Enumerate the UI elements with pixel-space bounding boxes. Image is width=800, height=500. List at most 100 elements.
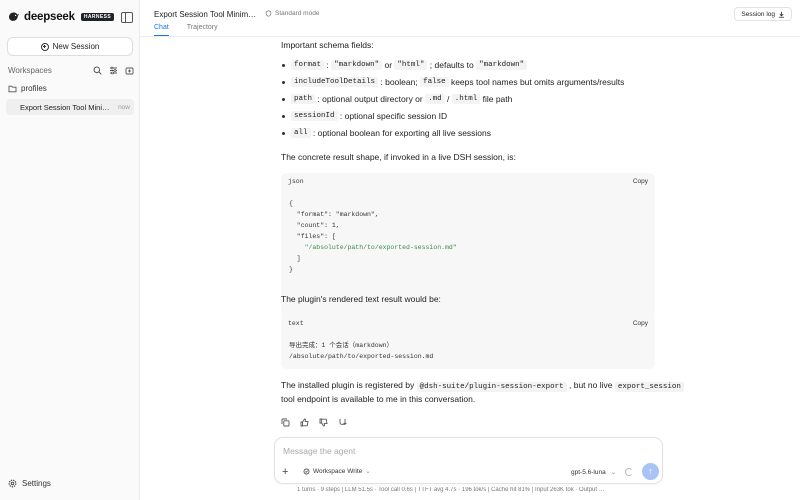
folder-label: profiles xyxy=(21,84,47,93)
inline-code: includeToolDetails xyxy=(291,77,379,87)
copy-icon[interactable] xyxy=(281,418,290,427)
code-line: "count": 1, xyxy=(289,222,340,229)
copy-button[interactable]: Copy xyxy=(633,320,648,327)
list-item: includeToolDetails : boolean; false keep… xyxy=(281,77,624,87)
workspace-mode-select[interactable]: Workspace Write ⌄ xyxy=(303,467,371,475)
arrow-up-icon: ↑ xyxy=(648,466,653,476)
rendered-text-intro: The plugin's rendered text result would … xyxy=(281,294,441,304)
workspaces-header: Workspaces xyxy=(8,66,134,75)
session-stats: 1 turns · 9 steps | LLM 51.5s · Tool cal… xyxy=(297,487,605,493)
list-item: format : "markdown" or "html" ; defaults… xyxy=(281,60,528,70)
search-icon[interactable] xyxy=(93,66,102,75)
whale-logo-icon xyxy=(9,12,19,21)
sidebar: deepseek HARNESS New Session Workspaces … xyxy=(0,0,140,500)
brand-name: deepseek xyxy=(24,11,75,23)
settings-button[interactable]: Settings xyxy=(8,479,51,488)
send-button[interactable]: ↑ xyxy=(642,463,659,480)
list-item: sessionId : optional specific session ID xyxy=(281,111,447,121)
inline-code: "html" xyxy=(394,60,428,70)
app: deepseek HARNESS New Session Workspaces … xyxy=(0,0,800,500)
branch-icon[interactable] xyxy=(338,418,347,427)
chevron-down-icon: ⌄ xyxy=(610,469,617,476)
list-text: : boolean; xyxy=(378,77,421,87)
mode-indicator[interactable]: Standard mode xyxy=(265,10,319,17)
thumbs-down-icon[interactable] xyxy=(319,418,328,427)
shield-icon xyxy=(265,10,272,17)
message-input[interactable]: Message the agent xyxy=(283,446,355,456)
inline-code: @dsh-suite/plugin-session-export xyxy=(416,382,567,392)
session-log-label: Session log xyxy=(741,10,775,18)
code-line: "/absolute/path/to/exported-session.md" xyxy=(289,244,457,251)
message-composer[interactable]: Message the agent + Workspace Write ⌄ gp… xyxy=(274,437,663,484)
new-session-button[interactable]: New Session xyxy=(7,37,133,56)
list-text: or xyxy=(382,60,395,70)
harness-badge: HARNESS xyxy=(80,13,115,21)
download-icon xyxy=(778,11,785,18)
session-item[interactable]: Export Session Tool Minimal… now xyxy=(6,99,134,115)
list-text: file path xyxy=(480,94,513,104)
inline-code: "markdown" xyxy=(331,60,383,70)
new-session-label: New Session xyxy=(52,42,100,51)
list-text: : optional output directory or xyxy=(315,94,426,104)
code-line: "format": "markdown", xyxy=(289,211,379,218)
paragraph-text: , but no live xyxy=(566,380,615,390)
text-code-block: text Copy 导出完成：1 个会话（markdown） /absolute… xyxy=(281,315,655,369)
workspace-icon xyxy=(303,468,310,475)
code-line: 导出完成：1 个会话（markdown） xyxy=(289,342,394,349)
schema-intro: Important schema fields: xyxy=(281,40,374,50)
filter-icon[interactable] xyxy=(109,66,118,75)
mode-label: Standard mode xyxy=(275,10,320,17)
model-label: gpt-5.6-luna xyxy=(571,468,606,476)
session-title: Export Session Tool Minimal… xyxy=(20,102,116,112)
tab-chat[interactable]: Chat xyxy=(154,24,169,36)
tab-trajectory[interactable]: Trajectory xyxy=(187,24,218,36)
inline-code: all xyxy=(291,128,311,138)
code-line: } xyxy=(289,266,293,273)
paragraph-text: The installed plugin is registered by xyxy=(281,380,417,390)
session-time: now xyxy=(118,103,130,111)
list-text: : xyxy=(324,60,332,70)
inline-code: path xyxy=(291,94,316,104)
thumbs-up-icon[interactable] xyxy=(300,418,309,427)
inline-code: sessionId xyxy=(291,111,338,121)
inline-code: export_session xyxy=(614,382,684,392)
code-line: { xyxy=(289,200,293,207)
code-line: "files": [ xyxy=(289,233,336,240)
code-line: /absolute/path/to/exported-session.md xyxy=(289,353,434,360)
copy-button[interactable]: Copy xyxy=(633,178,648,185)
attach-plus-icon[interactable]: + xyxy=(282,467,288,478)
tab-bar: Chat Trajectory xyxy=(154,24,218,36)
workspaces-label: Workspaces xyxy=(8,66,52,75)
inline-code: .md xyxy=(425,94,445,104)
chevron-down-icon: ⌄ xyxy=(365,468,371,475)
plus-circle-icon xyxy=(40,42,49,51)
inline-code: .html xyxy=(451,94,481,104)
list-text: keeps tool names but omits arguments/res… xyxy=(448,77,625,87)
loading-spinner-icon xyxy=(625,468,633,476)
code-language: json xyxy=(288,178,304,185)
top-header: Export Session Tool Minimal E… Standard … xyxy=(140,0,800,37)
gear-icon xyxy=(8,479,17,488)
list-text: : optional specific session ID xyxy=(337,111,448,121)
inline-code: format xyxy=(291,60,325,70)
session-log-button[interactable]: Session log xyxy=(734,7,792,21)
folder-icon xyxy=(8,84,17,93)
model-select[interactable]: gpt-5.6-luna ⌄ xyxy=(571,468,617,477)
code-content: { "format": "markdown", "count": 1, "fil… xyxy=(289,198,457,275)
sidebar-toggle-icon[interactable] xyxy=(121,12,133,23)
code-language: text xyxy=(288,320,304,327)
list-text: ; defaults to xyxy=(427,60,477,70)
inline-code: "markdown" xyxy=(476,60,528,70)
result-shape-text: The concrete result shape, if invoked in… xyxy=(281,152,516,162)
final-paragraph-line2: tool endpoint is available to me in this… xyxy=(281,394,476,404)
code-content: 导出完成：1 个会话（markdown） /absolute/path/to/e… xyxy=(289,340,433,362)
message-actions xyxy=(281,418,347,427)
new-folder-icon[interactable] xyxy=(125,66,134,75)
list-item: all : optional boolean for exporting all… xyxy=(281,128,491,138)
code-line: ] xyxy=(289,255,301,262)
page-title: Export Session Tool Minimal E… xyxy=(154,10,258,19)
workspace-folder-profiles[interactable]: profiles xyxy=(8,84,47,93)
list-item: path : optional output directory or .md … xyxy=(281,94,512,104)
brand-logo[interactable]: deepseek HARNESS xyxy=(8,11,115,23)
list-text: : optional boolean for exporting all liv… xyxy=(310,128,492,138)
